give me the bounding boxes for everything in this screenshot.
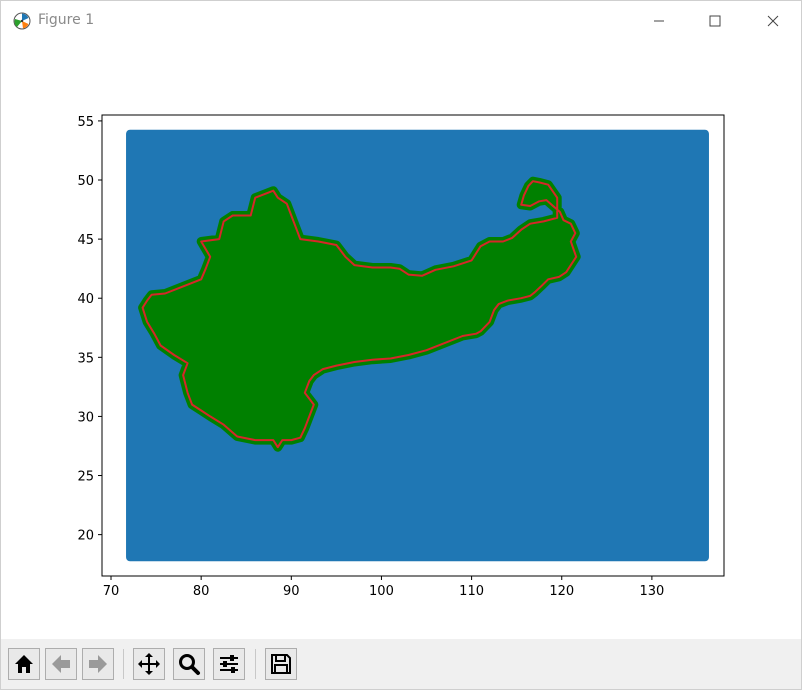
sliders-icon [220, 655, 238, 673]
close-icon [767, 15, 779, 27]
close-button[interactable] [745, 1, 801, 41]
configure-subplots-button[interactable] [213, 648, 245, 680]
toolbar-separator [255, 649, 256, 679]
minimize-button[interactable] [631, 1, 687, 41]
floppy-disk-icon [271, 654, 291, 674]
y-tick-label: 30 [77, 410, 94, 425]
maximize-icon [709, 15, 721, 27]
x-tick-label: 130 [639, 584, 664, 599]
x-tick-label: 110 [459, 584, 484, 599]
home-button[interactable] [8, 648, 40, 680]
minimize-icon [654, 20, 664, 22]
y-tick-label: 45 [77, 233, 94, 248]
y-tick-label: 25 [77, 470, 94, 485]
maximize-button[interactable] [687, 1, 743, 41]
save-button[interactable] [265, 648, 297, 680]
y-tick-label: 40 [77, 292, 94, 307]
zoom-button[interactable] [173, 648, 205, 680]
x-tick-label: 100 [369, 584, 394, 599]
home-icon [15, 655, 33, 673]
forward-button[interactable] [82, 648, 114, 680]
arrow-right-icon [89, 655, 107, 673]
x-tick-label: 120 [549, 584, 574, 599]
arrow-left-icon [52, 655, 70, 673]
figure-window: Figure 1 70 80 90 100 110 120 130 20 25 30 35 40 45 5… [0, 0, 802, 690]
chart-svg[interactable]: 70 80 90 100 110 120 130 20 25 30 35 40 45 50 55 [1, 41, 801, 639]
y-tick-label: 20 [77, 529, 94, 544]
matplotlib-logo-icon [13, 12, 31, 30]
title-bar[interactable]: Figure 1 [1, 1, 801, 41]
y-tick-label: 55 [77, 115, 94, 130]
toolbar-separator [123, 649, 124, 679]
window-title: Figure 1 [38, 12, 95, 28]
x-tick-label: 80 [193, 584, 210, 599]
x-tick-label: 70 [103, 584, 120, 599]
pan-button[interactable] [133, 648, 165, 680]
y-tick-label: 35 [77, 351, 94, 366]
move-icon [138, 653, 160, 675]
x-tick-label: 90 [283, 584, 300, 599]
navigation-toolbar [1, 639, 801, 689]
figure-canvas[interactable]: 70 80 90 100 110 120 130 20 25 30 35 40 45 50 55 [1, 41, 801, 639]
back-button[interactable] [45, 648, 77, 680]
magnifier-icon [179, 654, 200, 675]
y-tick-label: 50 [77, 174, 94, 189]
